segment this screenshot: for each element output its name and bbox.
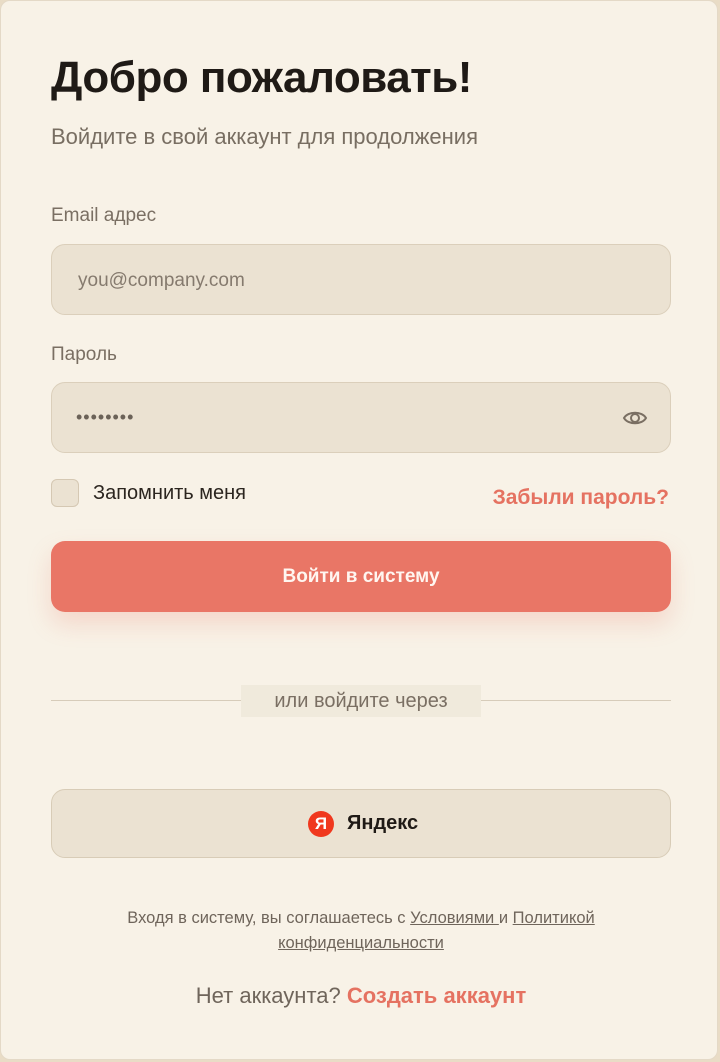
yandex-label: Яндекс (347, 812, 419, 834)
password-value: •••••••• (76, 407, 135, 427)
email-label: Email адрес (51, 205, 157, 226)
remember-label[interactable]: Запомнить меня (93, 482, 246, 505)
eye-icon[interactable] (622, 405, 648, 431)
login-button[interactable]: Войти в систему (51, 541, 671, 612)
divider-label: или войдите через (241, 685, 481, 717)
password-field[interactable]: •••••••• (51, 382, 671, 453)
email-field[interactable] (76, 245, 620, 316)
password-label: Пароль (51, 344, 117, 365)
remember-checkbox[interactable] (51, 479, 79, 507)
page-title: Добро пожаловать! (51, 53, 472, 102)
yandex-login-button[interactable]: Я Яндекс (51, 789, 671, 858)
email-field-wrapper (51, 244, 671, 316)
create-account-link[interactable]: Создать аккаунт (347, 983, 526, 1008)
terms-link[interactable]: Условиями (410, 909, 499, 927)
signup-prompt: Нет аккаунта? (195, 983, 347, 1008)
terms-text: Входя в систему, вы соглашаетесь с Услов… (51, 906, 671, 956)
login-card: Добро пожаловать! Войдите в свой аккаунт… (0, 0, 718, 1060)
page-subtitle: Войдите в свой аккаунт для продолжения (51, 124, 479, 149)
terms-prefix: Входя в систему, вы соглашаетесь с (127, 909, 411, 927)
forgot-password-link[interactable]: Забыли пароль? (493, 486, 669, 510)
yandex-icon: Я (308, 811, 334, 837)
terms-and: и (498, 909, 513, 927)
signup-row: Нет аккаунта? Создать аккаунт (1, 983, 720, 1009)
